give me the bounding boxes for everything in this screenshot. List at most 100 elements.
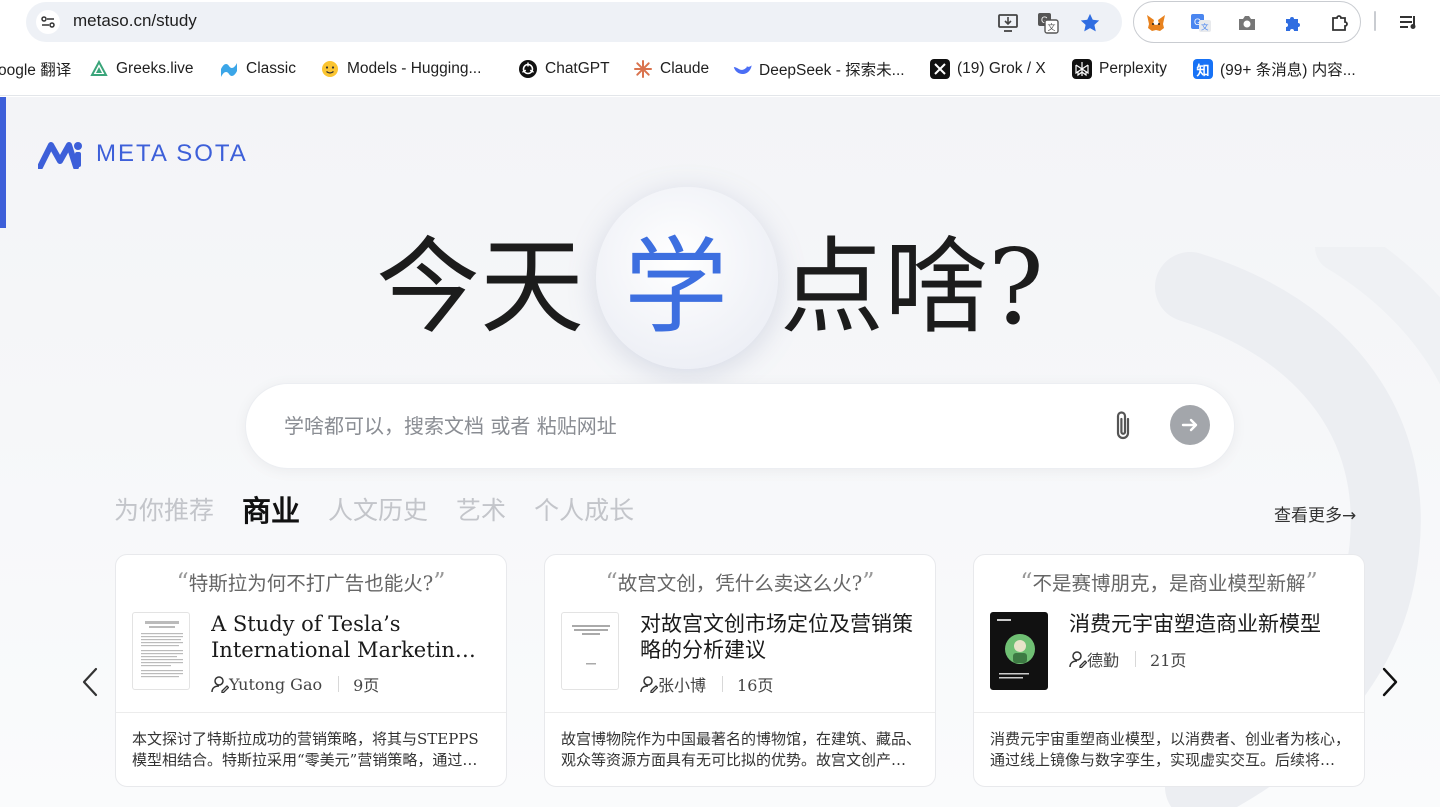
search-input[interactable]	[284, 408, 1084, 444]
bookmark-perplexity[interactable]: Perplexity	[1072, 54, 1167, 84]
chevron-left-icon	[82, 667, 98, 697]
document-card[interactable]: “故宫文创，凭什么卖这么火?” 对故宫文创市场定位及营销策略的分析建议 张小博 …	[544, 554, 936, 787]
zhihu-icon: 知	[1193, 59, 1213, 79]
card-meta: Yutong Gao 9页	[211, 672, 379, 696]
bookmark-star-icon[interactable]	[1078, 11, 1102, 35]
card-author: 德勤	[1087, 651, 1120, 670]
chatgpt-icon	[518, 59, 538, 79]
author-icon	[211, 676, 229, 693]
bookmark-deepseek[interactable]: DeepSeek - 探索未...	[732, 54, 905, 84]
card-quote: “不是赛博朋克，是商业模型新解”	[1020, 568, 1318, 596]
document-thumbnail	[990, 612, 1048, 690]
google-translate-icon[interactable]: G文	[1189, 11, 1213, 35]
toolbar-separator	[1374, 11, 1376, 31]
camera-icon[interactable]	[1235, 11, 1259, 35]
card-divider	[545, 712, 935, 713]
bookmark-chatgpt[interactable]: ChatGPT	[518, 54, 610, 84]
bookmark-label: ChatGPT	[545, 60, 610, 77]
bookmark-grok-x[interactable]: (19) Grok / X	[930, 54, 1046, 84]
card-divider	[116, 712, 506, 713]
puzzle-extension-icon[interactable]	[1281, 11, 1305, 35]
card-quote: “特斯拉为何不打广告也能火?”	[176, 568, 446, 596]
view-more-link[interactable]: 查看更多→	[1274, 501, 1356, 526]
logo-text: META SOTA	[96, 140, 248, 167]
svg-text:文: 文	[1201, 22, 1209, 32]
perplexity-icon	[1072, 59, 1092, 79]
bookmark-label: (19) Grok / X	[957, 60, 1046, 77]
claude-icon	[633, 59, 653, 79]
tab-personal-growth[interactable]: 个人成长	[534, 491, 634, 527]
share-icon[interactable]	[1328, 11, 1352, 35]
tab-humanities-history[interactable]: 人文历史	[328, 491, 428, 527]
document-card[interactable]: “特斯拉为何不打广告也能火?” A Study of Tesla’s Inter…	[115, 554, 507, 787]
bookmark-label: Greeks.live	[116, 60, 194, 77]
card-description: 故宫博物院作为中国最著名的博物馆，在建筑、藏品、观众等资源方面具有无可比拟的优势…	[561, 730, 921, 769]
document-thumbnail	[561, 612, 619, 690]
carousel-prev-button[interactable]	[78, 665, 102, 699]
bookmarks-bar: oogle 翻译 Greeks.live Classic Models - Hu…	[0, 54, 1440, 84]
bookmark-google-translate[interactable]: oogle 翻译	[0, 54, 71, 84]
browser-chrome: metaso.cn/study G文 G文 oogle 翻译 Greeks.li…	[0, 0, 1440, 96]
site-settings-icon[interactable]	[36, 10, 60, 34]
left-accent-bar	[0, 97, 6, 228]
extensions-group: G文	[1133, 1, 1361, 43]
x-icon	[930, 59, 950, 79]
arrow-right-icon	[1181, 418, 1198, 432]
meta-divider	[1135, 651, 1137, 667]
svg-text:文: 文	[1048, 22, 1056, 32]
document-card[interactable]: “不是赛博朋克，是商业模型新解” 消费元宇宙塑造商业新模型 德勤 21页 消费元…	[973, 554, 1365, 787]
card-author: 张小博	[658, 676, 707, 695]
bookmark-label: Claude	[660, 60, 710, 77]
card-quote: “故宫文创，凭什么卖这么火?”	[605, 568, 875, 596]
deepseek-icon	[732, 59, 752, 79]
page-content: META SOTA 今天 学 点啥? 为你推荐 商业 人文历史 艺术 个人成长 …	[0, 97, 1440, 807]
carousel-next-button[interactable]	[1378, 665, 1402, 699]
bookmark-hugging-face[interactable]: Models - Hugging...	[320, 54, 481, 84]
card-meta: 德勤 21页	[1069, 647, 1186, 671]
card-meta: 张小博 16页	[640, 672, 773, 696]
tab-business[interactable]: 商业	[242, 488, 300, 530]
hero-title: 今天 学 点啥?	[0, 217, 1440, 357]
tab-recommended[interactable]: 为你推荐	[114, 491, 214, 527]
bookmark-label: Models - Hugging...	[347, 60, 482, 77]
hugging-face-icon	[320, 59, 340, 79]
classic-icon	[219, 59, 239, 79]
card-pages: 16页	[737, 676, 774, 695]
address-bar[interactable]: metaso.cn/study G文	[26, 2, 1122, 42]
chevron-right-icon	[1382, 667, 1398, 697]
document-thumbnail	[132, 612, 190, 690]
bookmark-label: Classic	[246, 60, 296, 77]
media-playlist-icon[interactable]	[1397, 10, 1421, 34]
card-quote-text: 特斯拉为何不打广告也能火?	[188, 572, 434, 595]
bookmark-label: DeepSeek - 探索未...	[759, 62, 905, 79]
bookmark-label: (99+ 条消息) 内容...	[1220, 62, 1356, 79]
url-text[interactable]: metaso.cn/study	[73, 11, 197, 31]
author-icon	[640, 676, 658, 693]
tab-art[interactable]: 艺术	[456, 491, 506, 527]
hero-text-accent: 学	[624, 226, 729, 348]
bookmark-zhihu[interactable]: 知 (99+ 条消息) 内容...	[1193, 54, 1356, 84]
card-pages: 9页	[353, 676, 380, 695]
bookmark-classic[interactable]: Classic	[219, 54, 296, 84]
bookmark-label: Perplexity	[1099, 60, 1168, 77]
translate-icon[interactable]: G文	[1036, 11, 1060, 35]
card-quote-text: 故宫文创，凭什么卖这么火?	[617, 572, 863, 595]
metamask-icon[interactable]	[1144, 11, 1168, 35]
card-pages: 21页	[1150, 651, 1187, 670]
meta-divider	[338, 676, 340, 692]
install-app-icon[interactable]	[996, 11, 1020, 35]
card-author: Yutong Gao	[229, 674, 323, 694]
metasota-logo-icon	[38, 142, 82, 169]
hero-text-before: 今天	[376, 226, 585, 348]
author-icon	[1069, 651, 1087, 668]
search-box	[245, 383, 1235, 469]
card-title: A Study of Tesla’s International Marketi…	[211, 612, 469, 662]
hero-text-after: 点啥?	[780, 226, 1044, 348]
bookmark-greeks-live[interactable]: Greeks.live	[89, 54, 194, 84]
metasota-logo[interactable]: META SOTA	[38, 139, 248, 169]
card-quote-text: 不是赛博朋克，是商业模型新解	[1032, 572, 1306, 595]
bookmark-claude[interactable]: Claude	[633, 54, 709, 84]
card-title: 对故宫文创市场定位及营销策略的分析建议	[640, 612, 913, 662]
search-submit-button[interactable]	[1170, 405, 1210, 445]
attachment-icon[interactable]	[1108, 407, 1138, 445]
